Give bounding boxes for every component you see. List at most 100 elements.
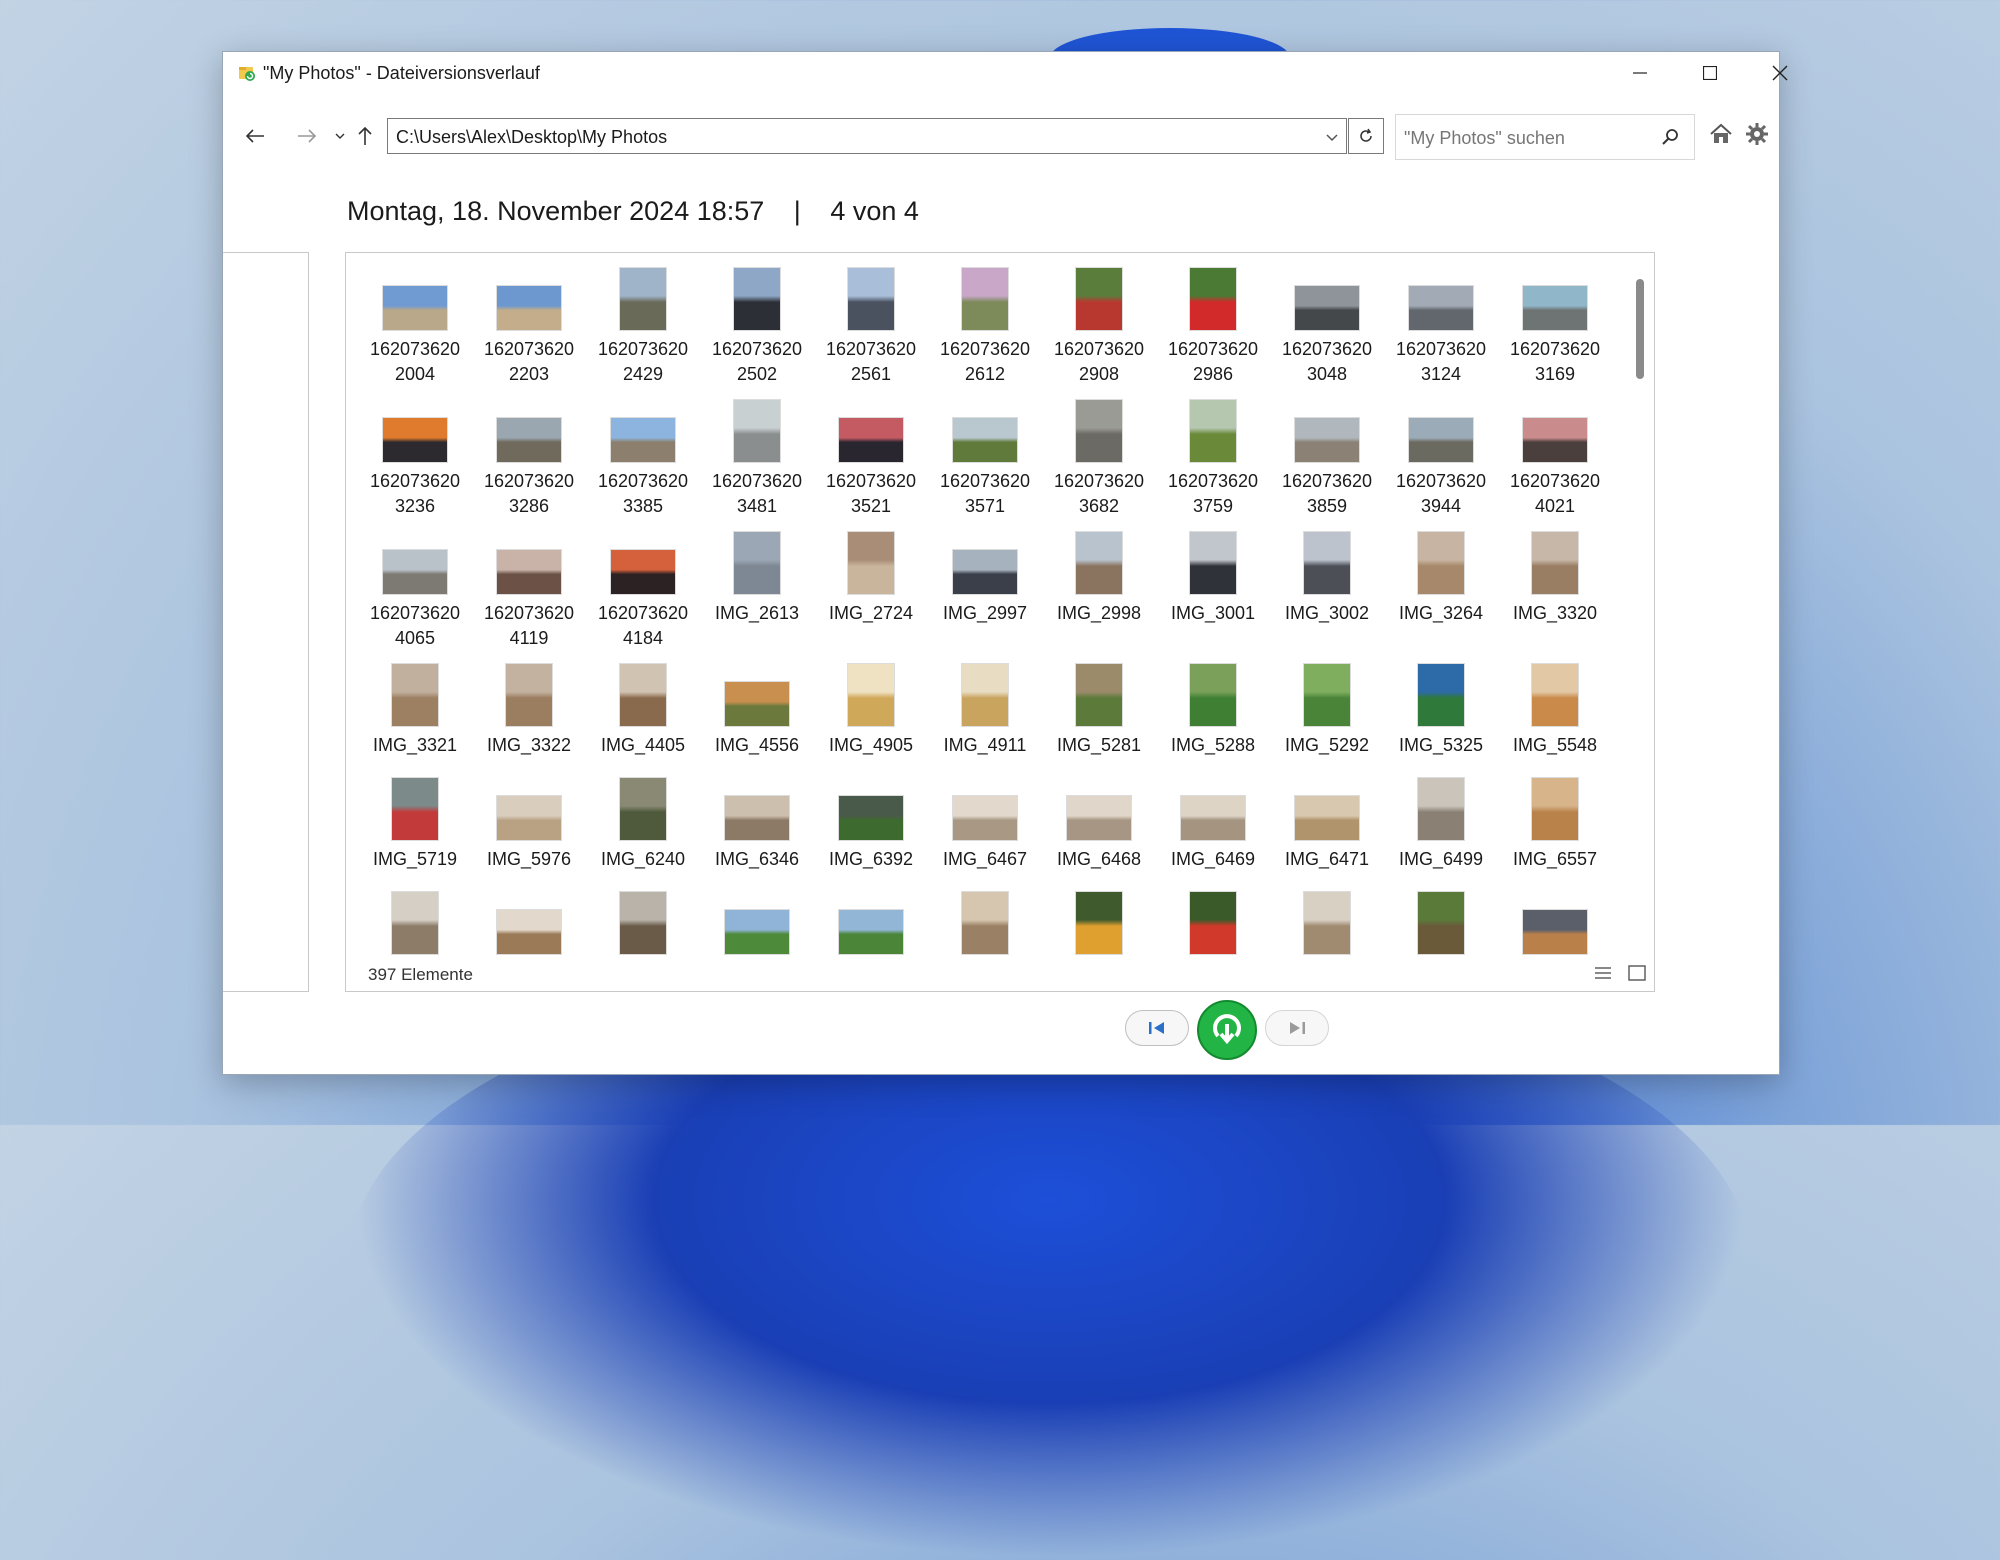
file-item[interactable]: IMG_5325 — [1386, 659, 1496, 758]
file-item[interactable] — [1386, 887, 1496, 955]
file-item[interactable] — [816, 887, 926, 955]
file-item[interactable]: IMG_5548 — [1500, 659, 1610, 758]
file-item[interactable]: 162073620 3682 — [1044, 395, 1154, 519]
file-item[interactable]: 162073620 3286 — [474, 395, 584, 519]
file-item[interactable]: IMG_3001 — [1158, 527, 1268, 626]
file-item[interactable] — [1272, 887, 1382, 955]
thumbnail-view-icon — [1628, 965, 1646, 981]
file-item[interactable]: 162073620 2429 — [588, 263, 698, 387]
vertical-scrollbar-thumb[interactable] — [1636, 279, 1644, 379]
file-item[interactable]: 162073620 2203 — [474, 263, 584, 387]
address-dropdown-icon[interactable] — [1322, 127, 1342, 147]
file-item[interactable]: 162073620 3124 — [1386, 263, 1496, 387]
file-name: IMG_6471 — [1284, 849, 1370, 869]
file-item[interactable]: IMG_2613 — [702, 527, 812, 626]
file-item[interactable]: IMG_2997 — [930, 527, 1040, 626]
address-bar[interactable]: C:\Users\Alex\Desktop\My Photos — [387, 118, 1347, 154]
file-item[interactable]: 162073620 3385 — [588, 395, 698, 519]
file-item[interactable]: IMG_6468 — [1044, 773, 1154, 872]
file-item[interactable]: IMG_4556 — [702, 659, 812, 758]
file-item[interactable]: 162073620 2561 — [816, 263, 926, 387]
restore-icon — [1213, 1014, 1241, 1045]
file-item[interactable] — [1500, 887, 1610, 955]
next-version-button[interactable] — [1265, 1010, 1329, 1046]
file-item[interactable]: IMG_4911 — [930, 659, 1040, 758]
file-item[interactable]: IMG_6346 — [702, 773, 812, 872]
file-item[interactable] — [1158, 887, 1268, 955]
file-item[interactable]: IMG_3322 — [474, 659, 584, 758]
file-item[interactable]: 162073620 4021 — [1500, 395, 1610, 519]
file-item[interactable]: 162073620 3944 — [1386, 395, 1496, 519]
file-item[interactable]: 162073620 2502 — [702, 263, 812, 387]
file-item[interactable]: 162073620 4065 — [360, 527, 470, 651]
file-item[interactable]: 162073620 3859 — [1272, 395, 1382, 519]
previous-version-pane[interactable] — [223, 252, 309, 992]
file-item[interactable]: IMG_4905 — [816, 659, 926, 758]
file-item[interactable]: IMG_2724 — [816, 527, 926, 626]
file-item[interactable]: IMG_5292 — [1272, 659, 1382, 758]
file-item[interactable]: IMG_6240 — [588, 773, 698, 872]
file-item[interactable]: 162073620 2612 — [930, 263, 1040, 387]
back-button[interactable] — [239, 122, 271, 150]
file-item[interactable]: 162073620 2986 — [1158, 263, 1268, 387]
file-item[interactable]: 162073620 3236 — [360, 395, 470, 519]
file-item[interactable]: 162073620 3571 — [930, 395, 1040, 519]
file-item[interactable] — [1044, 887, 1154, 955]
file-name: 162073620 4021 — [1509, 471, 1601, 516]
search-input[interactable] — [1396, 115, 1656, 161]
file-item[interactable]: 162073620 2908 — [1044, 263, 1154, 387]
photo-thumbnail — [838, 417, 904, 463]
previous-version-button[interactable] — [1125, 1010, 1189, 1046]
maximize-button[interactable] — [1675, 52, 1745, 94]
title-bar[interactable]: "My Photos" - Dateiversionsverlauf — [223, 52, 1788, 94]
file-item[interactable]: IMG_6392 — [816, 773, 926, 872]
refresh-button[interactable] — [1348, 118, 1384, 154]
large-icons-view-button[interactable] — [1626, 963, 1648, 983]
list-view-icon — [1595, 967, 1611, 979]
file-item[interactable]: IMG_3002 — [1272, 527, 1382, 626]
file-list-pane[interactable]: 162073620 2004 162073620 2203 162073620 24… — [345, 252, 1655, 992]
search-box[interactable] — [1395, 114, 1695, 161]
photo-thumbnail — [1294, 795, 1360, 841]
file-item[interactable]: 162073620 3048 — [1272, 263, 1382, 387]
file-item[interactable]: 162073620 3481 — [702, 395, 812, 519]
file-item[interactable]: IMG_6467 — [930, 773, 1040, 872]
file-item[interactable] — [702, 887, 812, 955]
minimize-button[interactable] — [1605, 52, 1675, 94]
forward-button[interactable] — [291, 122, 323, 150]
recent-locations-button[interactable] — [333, 122, 347, 150]
file-item[interactable]: 162073620 4184 — [588, 527, 698, 651]
up-button[interactable] — [353, 122, 377, 150]
file-item[interactable]: 162073620 2004 — [360, 263, 470, 387]
details-view-button[interactable] — [1592, 963, 1614, 983]
file-item[interactable] — [360, 887, 470, 955]
file-item[interactable]: 162073620 4119 — [474, 527, 584, 651]
file-item[interactable] — [474, 887, 584, 955]
file-name: IMG_3320 — [1512, 603, 1598, 623]
file-item[interactable]: IMG_6499 — [1386, 773, 1496, 872]
file-item[interactable] — [588, 887, 698, 955]
file-item[interactable]: 162073620 3759 — [1158, 395, 1268, 519]
file-item[interactable]: IMG_5976 — [474, 773, 584, 872]
close-button[interactable] — [1745, 52, 1815, 94]
restore-button[interactable] — [1197, 1000, 1257, 1060]
file-item[interactable]: IMG_3264 — [1386, 527, 1496, 626]
file-item[interactable]: IMG_6471 — [1272, 773, 1382, 872]
file-item[interactable]: IMG_3321 — [360, 659, 470, 758]
file-item[interactable]: 162073620 3169 — [1500, 263, 1610, 387]
file-item[interactable]: IMG_5288 — [1158, 659, 1268, 758]
search-icon[interactable] — [1660, 127, 1680, 147]
file-item[interactable] — [930, 887, 1040, 955]
file-item[interactable]: IMG_4405 — [588, 659, 698, 758]
file-name: IMG_4905 — [828, 735, 914, 755]
file-item[interactable]: IMG_2998 — [1044, 527, 1154, 626]
photo-thumbnail — [847, 531, 895, 595]
file-item[interactable]: IMG_3320 — [1500, 527, 1610, 626]
file-item[interactable]: 162073620 3521 — [816, 395, 926, 519]
file-item[interactable]: IMG_5281 — [1044, 659, 1154, 758]
file-item[interactable]: IMG_6469 — [1158, 773, 1268, 872]
file-item[interactable]: IMG_6557 — [1500, 773, 1610, 872]
gear-icon[interactable] — [1745, 122, 1769, 146]
home-icon[interactable] — [1709, 122, 1733, 146]
file-item[interactable]: IMG_5719 — [360, 773, 470, 872]
